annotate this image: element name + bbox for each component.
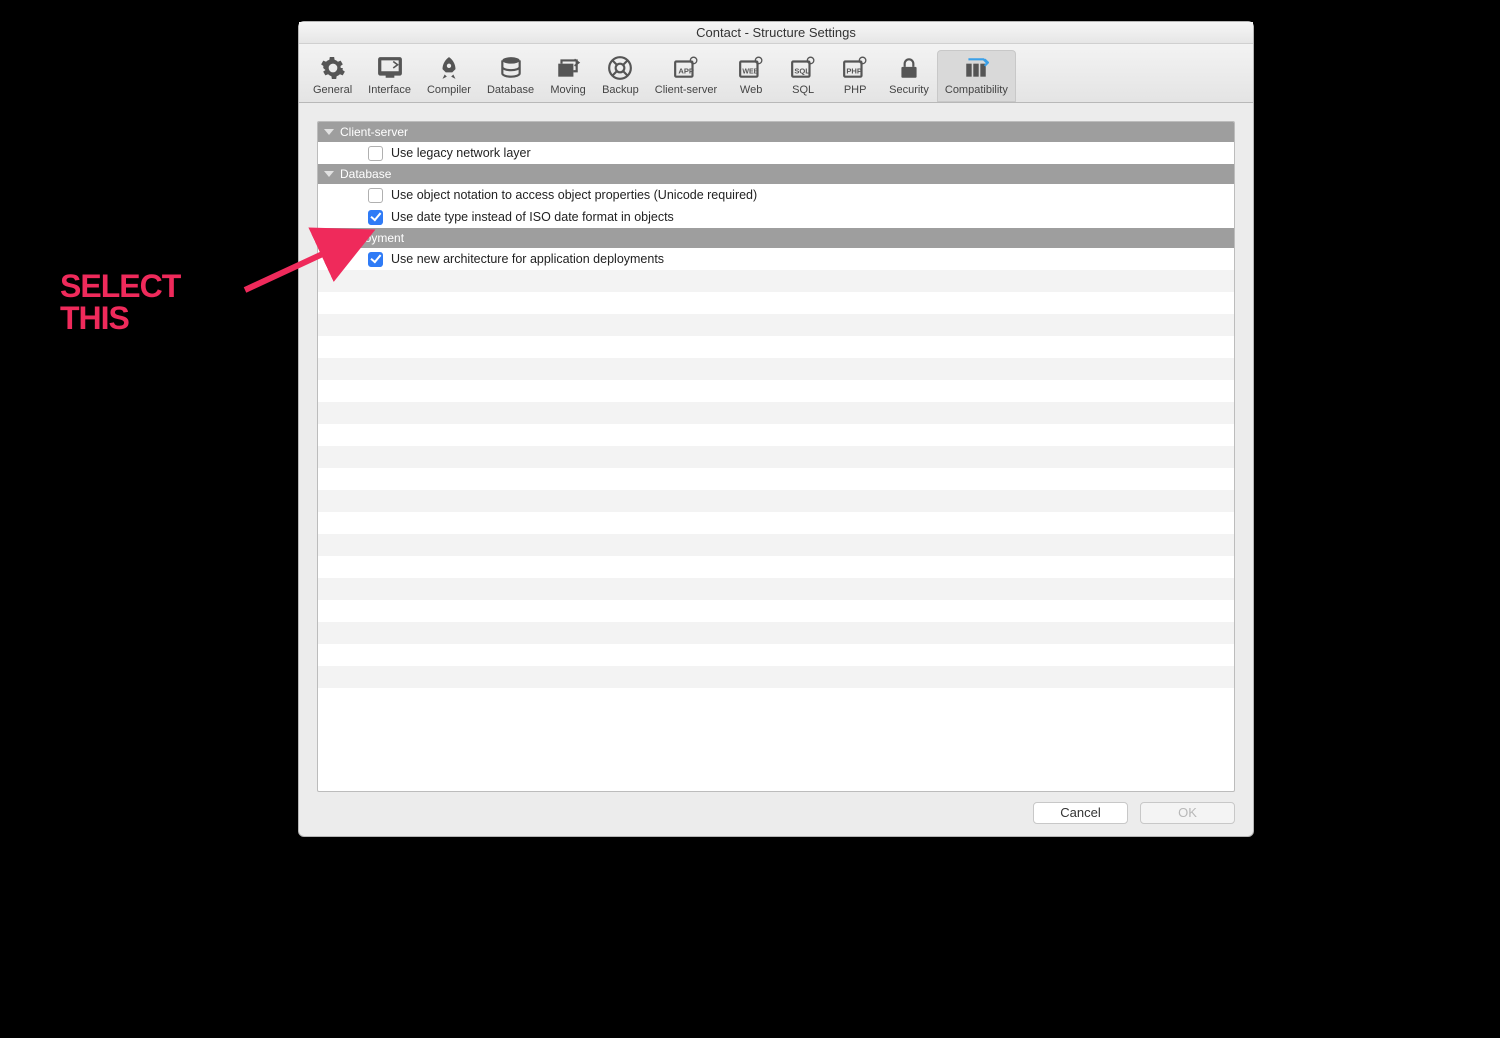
settings-window: Contact - Structure Settings General Int… — [298, 21, 1254, 837]
option-row[interactable]: Use legacy network layer — [318, 142, 1234, 164]
tab-label: General — [313, 84, 352, 96]
checkbox-object-notation[interactable] — [368, 188, 383, 203]
disclosure-triangle-icon — [324, 129, 334, 135]
svg-text:APP: APP — [678, 66, 694, 75]
svg-text:PHP: PHP — [846, 66, 862, 75]
settings-list[interactable]: Client-server Use legacy network layer D… — [317, 121, 1235, 792]
disclosure-triangle-icon — [324, 235, 334, 241]
tab-database[interactable]: Database — [479, 50, 542, 102]
tab-php[interactable]: PHP PHP — [829, 50, 881, 102]
checkbox-new-architecture[interactable] — [368, 252, 383, 267]
option-label: Use new architecture for application dep… — [391, 252, 664, 266]
tab-label: Compiler — [427, 84, 471, 96]
web-icon: WEB — [737, 54, 765, 82]
tab-label: SQL — [792, 84, 814, 96]
annotation-text: SELECTTHIS — [60, 270, 180, 334]
section-title: Database — [340, 167, 391, 181]
svg-text:SQL: SQL — [794, 66, 810, 75]
tab-interface[interactable]: Interface — [360, 50, 419, 102]
tab-label: Compatibility — [945, 84, 1008, 96]
window-title: Contact - Structure Settings — [299, 22, 1253, 44]
monitor-icon — [376, 54, 404, 82]
section-title: Client-server — [340, 125, 408, 139]
tab-label: Moving — [550, 84, 585, 96]
tab-label: Client-server — [655, 84, 717, 96]
php-icon: PHP — [841, 54, 869, 82]
option-row[interactable]: Use date type instead of ISO date format… — [318, 206, 1234, 228]
cancel-button[interactable]: Cancel — [1033, 802, 1128, 824]
tab-backup[interactable]: Backup — [594, 50, 647, 102]
tab-label: PHP — [844, 84, 867, 96]
database-icon — [497, 54, 525, 82]
lock-icon — [895, 54, 923, 82]
gear-icon — [319, 54, 347, 82]
tab-label: Web — [740, 84, 762, 96]
option-row[interactable]: Use new architecture for application dep… — [318, 248, 1234, 270]
option-label: Use legacy network layer — [391, 146, 531, 160]
option-row[interactable]: Use object notation to access object pro… — [318, 184, 1234, 206]
checkbox-legacy-network[interactable] — [368, 146, 383, 161]
rocket-icon — [435, 54, 463, 82]
disclosure-triangle-icon — [324, 171, 334, 177]
section-title: Deployment — [340, 231, 404, 245]
lifebuoy-icon — [606, 54, 634, 82]
section-deployment[interactable]: Deployment — [318, 228, 1234, 248]
svg-text:WEB: WEB — [742, 68, 758, 75]
toolbar: General Interface Compiler Database Movi… — [299, 44, 1253, 103]
ok-button[interactable]: OK — [1140, 802, 1235, 824]
option-label: Use date type instead of ISO date format… — [391, 210, 674, 224]
tab-moving[interactable]: Moving — [542, 50, 594, 102]
tab-label: Security — [889, 84, 929, 96]
checkbox-date-type[interactable] — [368, 210, 383, 225]
sql-icon: SQL — [789, 54, 817, 82]
dialog-buttons: Cancel OK — [317, 792, 1235, 824]
content-area: Client-server Use legacy network layer D… — [299, 103, 1253, 836]
tab-compiler[interactable]: Compiler — [419, 50, 479, 102]
tab-sql[interactable]: SQL SQL — [777, 50, 829, 102]
tab-security[interactable]: Security — [881, 50, 937, 102]
servers-icon — [962, 54, 990, 82]
tab-client-server[interactable]: APP Client-server — [647, 50, 725, 102]
section-database[interactable]: Database — [318, 164, 1234, 184]
empty-rows — [318, 270, 1234, 710]
tab-label: Database — [487, 84, 534, 96]
tab-label: Backup — [602, 84, 639, 96]
option-label: Use object notation to access object pro… — [391, 188, 757, 202]
app-gear-icon: APP — [672, 54, 700, 82]
section-client-server[interactable]: Client-server — [318, 122, 1234, 142]
tab-compatibility[interactable]: Compatibility — [937, 50, 1016, 102]
tab-general[interactable]: General — [305, 50, 360, 102]
tab-label: Interface — [368, 84, 411, 96]
box-arrow-icon — [554, 54, 582, 82]
tab-web[interactable]: WEB Web — [725, 50, 777, 102]
